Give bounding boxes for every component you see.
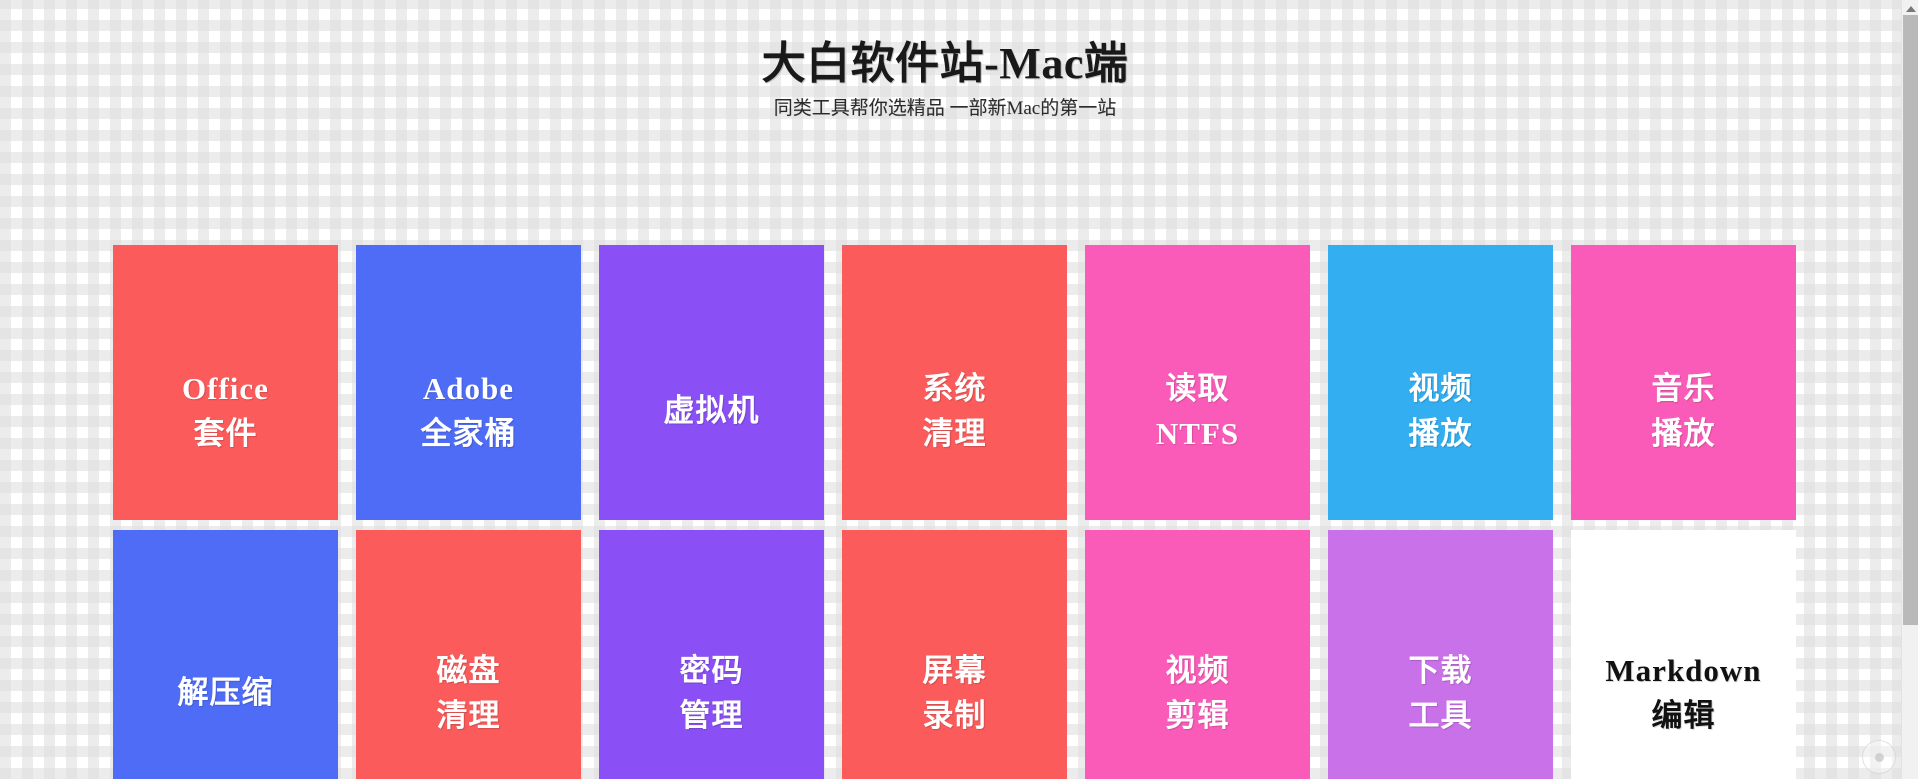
category-tile[interactable]: 视频 剪辑 <box>1085 530 1310 779</box>
category-tile[interactable]: 音乐 播放 <box>1571 245 1796 520</box>
category-tile[interactable]: 虚拟机 <box>599 245 824 520</box>
category-tile-label: 磁盘 清理 <box>436 652 501 733</box>
category-tile-label: Office 套件 <box>182 370 269 451</box>
page-title: 大白软件站-Mac端 <box>761 39 1129 88</box>
category-tile-label: 读取 NTFS <box>1155 370 1240 451</box>
category-tile-label: 音乐 播放 <box>1651 370 1716 451</box>
category-tile-label: 下载 工具 <box>1408 652 1473 733</box>
scrollbar-thumb[interactable] <box>1903 15 1918 625</box>
category-tile-label: 屏幕 录制 <box>922 652 987 733</box>
category-tile[interactable]: 系统 清理 <box>842 245 1067 520</box>
category-tile[interactable]: Adobe 全家桶 <box>356 245 581 520</box>
category-tile[interactable]: 视频 播放 <box>1328 245 1553 520</box>
category-tile[interactable]: 密码 管理 <box>599 530 824 779</box>
category-tile-label: Markdown 编辑 <box>1605 652 1762 733</box>
category-tile[interactable]: 磁盘 清理 <box>356 530 581 779</box>
page-root: 大白软件站-Mac端 同类工具帮你选精品 一部新Mac的第一站 Office 套… <box>0 0 1918 779</box>
category-tile-grid: Office 套件 Adobe 全家桶 虚拟机 系统 清理 读取 NTFS 视频 播放 音乐… <box>113 245 1796 779</box>
category-tile-label: Adobe 全家桶 <box>420 370 517 451</box>
category-tile[interactable]: 屏幕 录制 <box>842 530 1067 779</box>
circle-dot-icon <box>1874 752 1884 762</box>
chevron-up-icon[interactable] <box>1902 2 1918 15</box>
category-tile[interactable]: Office 套件 <box>113 245 338 520</box>
page-subtitle: 同类工具帮你选精品 一部新Mac的第一站 <box>773 98 1117 119</box>
category-tile-label: 系统 清理 <box>922 370 987 451</box>
category-tile-label: 视频 剪辑 <box>1165 652 1230 733</box>
category-tile[interactable]: 读取 NTFS <box>1085 245 1310 520</box>
category-tile-label: 虚拟机 <box>663 393 760 428</box>
category-tile-label: 视频 播放 <box>1408 370 1473 451</box>
category-tile[interactable]: 下载 工具 <box>1328 530 1553 779</box>
vertical-scrollbar[interactable] <box>1901 0 1918 779</box>
category-tile[interactable]: Markdown 编辑 <box>1571 530 1796 779</box>
category-tile-label: 解压缩 <box>177 675 274 710</box>
category-tile[interactable]: 解压缩 <box>113 530 338 779</box>
chevron-up-glyph <box>1905 5 1916 12</box>
page-header: 大白软件站-Mac端 同类工具帮你选精品 一部新Mac的第一站 <box>0 0 1890 122</box>
category-tile-label: 密码 管理 <box>679 652 744 733</box>
floating-action-button[interactable] <box>1862 740 1896 774</box>
